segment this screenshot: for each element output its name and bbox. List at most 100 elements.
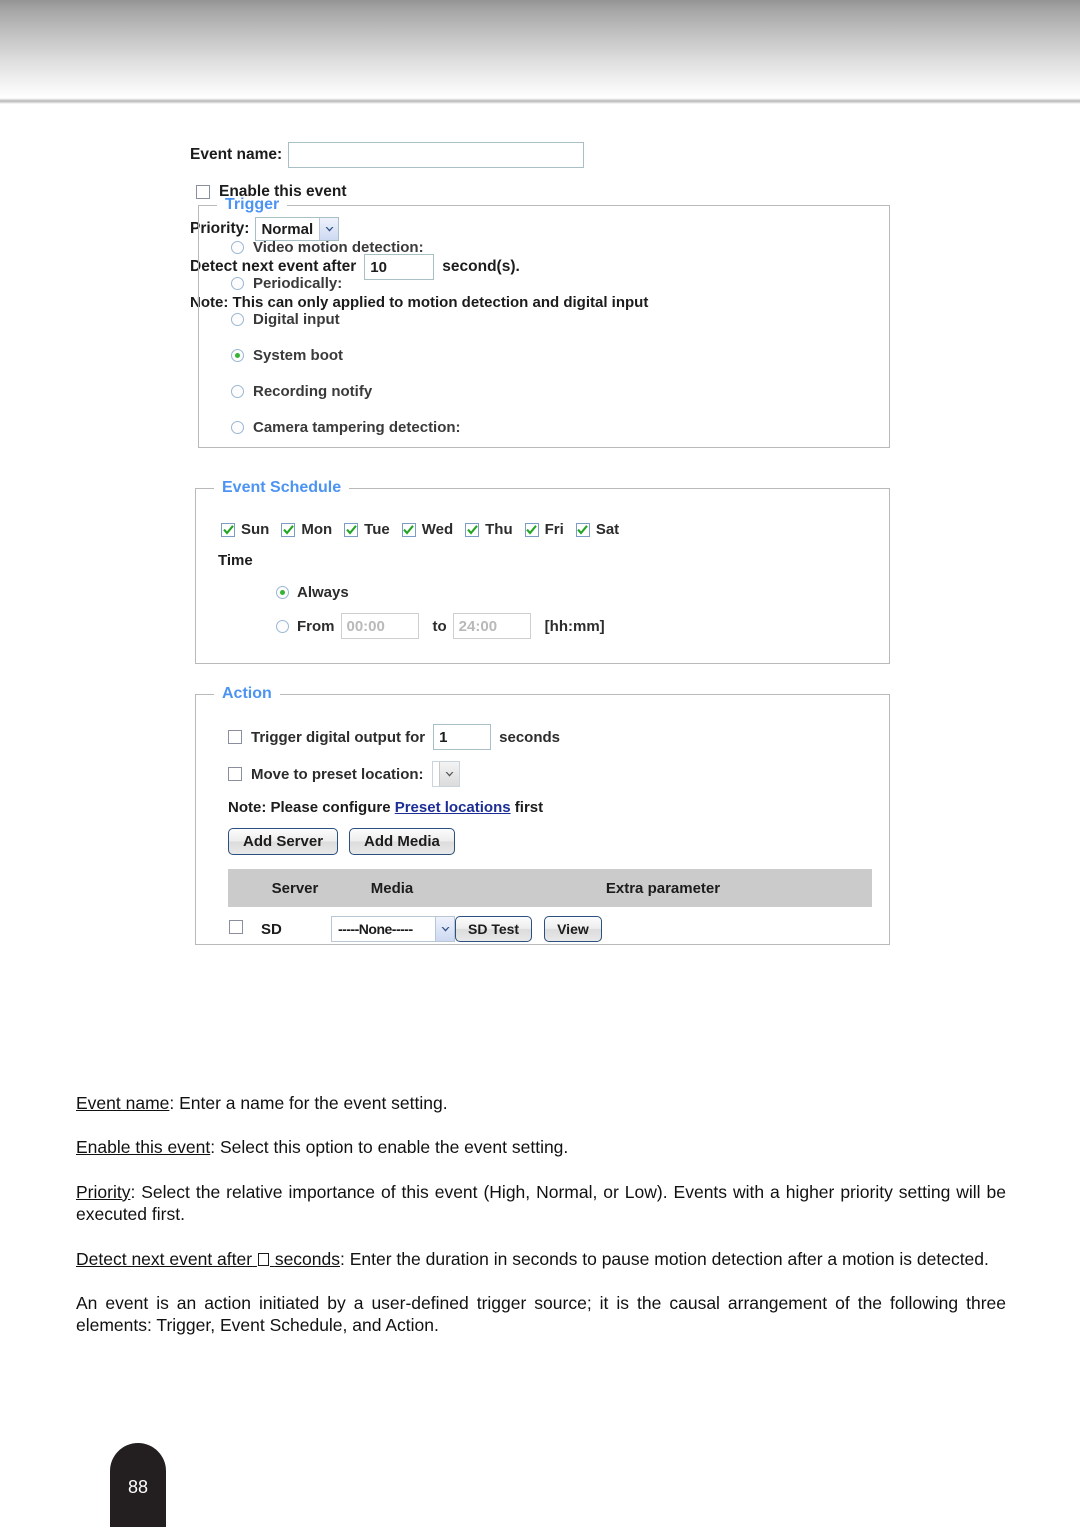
checkmark-icon[interactable] xyxy=(575,522,590,537)
event-name-input[interactable] xyxy=(288,142,585,168)
time-to-input[interactable] xyxy=(452,613,531,639)
preset-location-select[interactable] xyxy=(431,761,460,787)
weekday-fri[interactable]: Fri xyxy=(524,521,564,538)
trigger-option-recording-notify[interactable]: Recording notify xyxy=(231,380,889,402)
inline-field-box-icon xyxy=(257,1252,269,1266)
time-from-label: From xyxy=(297,617,335,635)
preset-note-prefix: Note: Please configure xyxy=(228,799,395,816)
weekday-label: Mon xyxy=(301,521,333,538)
weekday-thu[interactable]: Thu xyxy=(465,521,513,538)
media-select[interactable]: -----None----- xyxy=(331,916,455,942)
weekday-label: Tue xyxy=(364,521,390,538)
copy-paragraph-event-definition: An event is an action initiated by a use… xyxy=(76,1292,1006,1336)
view-button[interactable]: View xyxy=(544,916,602,942)
time-section-label: Time xyxy=(218,552,253,569)
action-content: Trigger digital output for seconds Move … xyxy=(228,724,889,951)
trigger-option-periodically[interactable]: Periodically: xyxy=(231,272,889,294)
radio-icon[interactable] xyxy=(231,384,244,398)
radio-selected-icon[interactable] xyxy=(231,348,244,362)
row-select-cell xyxy=(228,907,260,951)
action-trigger-digital-output-row[interactable]: Trigger digital output for seconds xyxy=(228,724,889,750)
checkmark-icon[interactable] xyxy=(221,522,235,537)
weekday-label: Sat xyxy=(595,521,620,538)
chevron-down-icon[interactable] xyxy=(435,917,454,941)
event-name-row: Event name: xyxy=(190,140,1080,170)
time-option-from-to[interactable]: From to [hh:mm] xyxy=(276,613,889,639)
copy-body-priority: : Select the relative importance of this… xyxy=(76,1181,1006,1225)
trigger-option-video-motion-detection[interactable]: Video motion detection: xyxy=(231,236,889,258)
trigger-panel-legend: Trigger xyxy=(225,196,280,213)
checkmark-icon[interactable] xyxy=(281,522,296,537)
radio-icon[interactable] xyxy=(231,312,244,326)
copy-paragraph-priority: Priority: Select the relative importance… xyxy=(76,1181,1006,1226)
weekday-checkbox-row: Sun Mon Tue Wed Thu Fri Sat xyxy=(221,521,889,538)
radio-icon[interactable] xyxy=(276,619,289,633)
action-move-to-preset-row[interactable]: Move to preset location: xyxy=(228,761,889,787)
copy-paragraph-detect-next-event: Detect next event after seconds: Enter t… xyxy=(76,1248,1006,1270)
trigger-option-label: Camera tampering detection: xyxy=(253,418,461,436)
copy-term-priority: Priority xyxy=(76,1181,131,1202)
row-extra-parameter-cell: SD Test View xyxy=(454,907,872,951)
trigger-digital-output-checkbox[interactable] xyxy=(228,730,242,744)
move-to-preset-checkbox[interactable] xyxy=(228,767,242,781)
time-format-hint: [hh:mm] xyxy=(544,617,605,635)
row-select-checkbox[interactable] xyxy=(229,920,243,934)
table-row: SD -----None----- SD Test View xyxy=(228,907,872,951)
weekday-label: Thu xyxy=(485,521,513,538)
explanatory-text: Event name: Enter a name for the event s… xyxy=(76,1092,1006,1337)
time-from-input[interactable] xyxy=(340,613,419,639)
trigger-option-camera-tampering-detection[interactable]: Camera tampering detection: xyxy=(231,416,889,438)
table-header-row: Server Media Extra parameter xyxy=(228,869,872,907)
trigger-option-label: Periodically: xyxy=(253,274,343,292)
trigger-option-digital-input[interactable]: Digital input xyxy=(231,308,889,330)
trigger-panel: Trigger Video motion detection: Periodic… xyxy=(198,196,890,448)
preset-note-suffix: first xyxy=(510,799,544,816)
checkmark-icon[interactable] xyxy=(344,522,359,537)
weekday-sat[interactable]: Sat xyxy=(575,521,620,538)
trigger-digital-output-suffix-label: seconds xyxy=(499,728,561,746)
table-header-extra-parameter: Extra parameter xyxy=(454,869,872,907)
time-always-label: Always xyxy=(297,583,349,601)
time-options: Always From to [hh:mm] xyxy=(276,581,889,639)
header-divider-rule xyxy=(0,98,1080,104)
weekday-label: Sun xyxy=(241,521,270,538)
radio-icon[interactable] xyxy=(231,276,244,290)
trigger-option-label: Recording notify xyxy=(253,382,373,400)
weekday-tue[interactable]: Tue xyxy=(344,521,390,538)
time-option-always[interactable]: Always xyxy=(276,581,889,603)
copy-term-event-name: Event name xyxy=(76,1093,170,1113)
action-buttons-row: Add Server Add Media xyxy=(228,828,889,855)
radio-icon[interactable] xyxy=(231,240,244,254)
weekday-mon[interactable]: Mon xyxy=(281,521,332,538)
move-to-preset-label: Move to preset location: xyxy=(251,765,424,783)
radio-icon[interactable] xyxy=(231,420,244,434)
weekday-sun[interactable]: Sun xyxy=(221,521,269,538)
copy-paragraph-event-name: Event name: Enter a name for the event s… xyxy=(76,1092,1006,1114)
add-media-button[interactable]: Add Media xyxy=(349,828,455,855)
time-to-label: to xyxy=(432,617,447,635)
server-media-table: Server Media Extra parameter SD -----Non… xyxy=(228,869,872,951)
checkmark-icon[interactable] xyxy=(524,522,539,537)
chevron-down-icon[interactable] xyxy=(438,762,459,786)
trigger-option-label: Digital input xyxy=(253,310,340,328)
event-name-label: Event name: xyxy=(190,146,283,163)
action-panel-legend: Action xyxy=(222,685,272,702)
copy-term-detect-next-event-b: seconds xyxy=(274,1248,341,1269)
copy-body-enable-this-event: : Select this option to enable the event… xyxy=(210,1137,569,1158)
checkmark-icon[interactable] xyxy=(401,522,416,537)
add-server-button[interactable]: Add Server xyxy=(228,828,339,855)
sd-test-button[interactable]: SD Test xyxy=(455,916,533,942)
trigger-option-system-boot[interactable]: System boot xyxy=(231,344,889,366)
trigger-digital-output-label: Trigger digital output for xyxy=(251,728,426,746)
radio-selected-icon[interactable] xyxy=(276,585,289,599)
page-number-badge: 88 xyxy=(110,1443,166,1527)
trigger-option-label: System boot xyxy=(253,346,344,364)
preset-locations-link[interactable]: Preset locations xyxy=(395,799,511,816)
action-panel: Action Trigger digital output for second… xyxy=(195,685,890,945)
trigger-options-list: Video motion detection: Periodically: Di… xyxy=(231,236,889,438)
table-header-server: Server xyxy=(260,869,330,907)
trigger-digital-output-seconds-input[interactable] xyxy=(433,724,492,750)
weekday-wed[interactable]: Wed xyxy=(401,521,453,538)
checkmark-icon[interactable] xyxy=(465,522,480,537)
copy-term-detect-next-event-a: Detect next event after xyxy=(76,1248,253,1269)
